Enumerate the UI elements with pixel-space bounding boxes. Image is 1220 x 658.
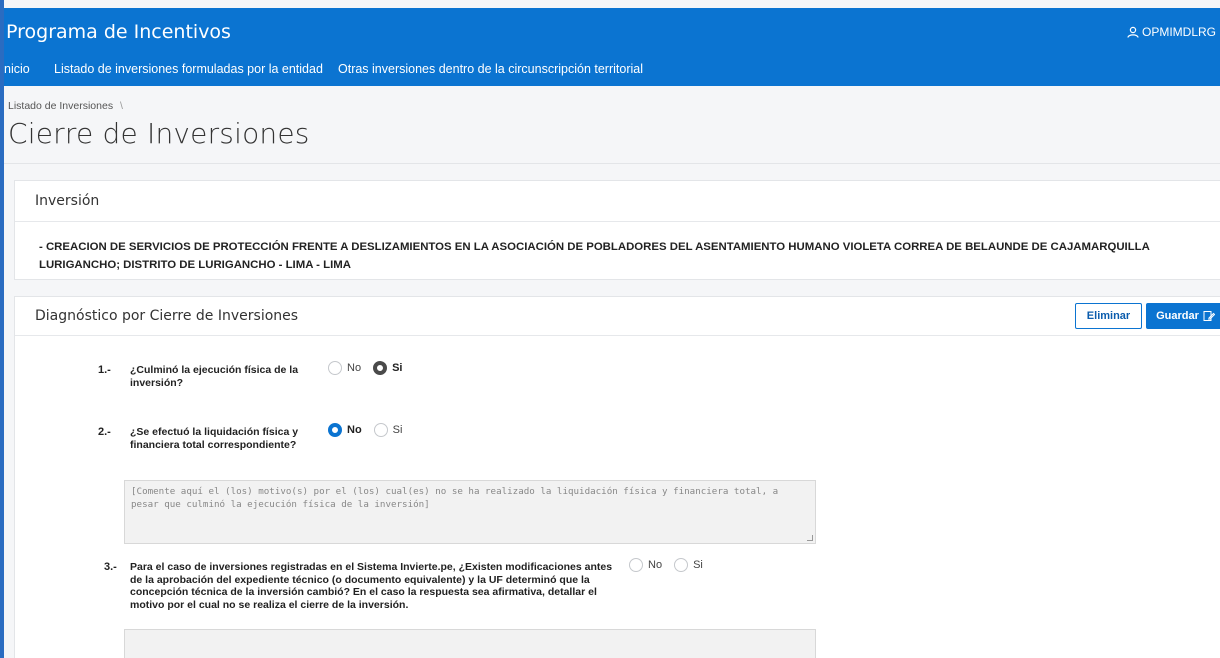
question-2-radio-group: No Si [328,423,414,437]
question-1-yes-label[interactable]: Si [392,362,402,374]
question-2-yes-radio[interactable] [373,423,388,437]
window-left-edge [0,0,4,658]
page-title: Cierre de Inversiones [8,117,310,150]
question-2-number: 2.- [98,426,111,438]
question-2-comment-textarea[interactable]: [Comente aquí el (los) motivo(s) por el … [124,480,816,544]
diagnostic-card-header: Diagnóstico por Cierre de Inversiones [15,297,1220,336]
breadcrumb-item-listado[interactable]: Listado de Inversiones [8,100,113,112]
question-1-number: 1.- [98,364,111,376]
question-3-number: 3.- [104,561,117,573]
question-3-comment-textarea[interactable] [124,629,816,658]
question-3-yes-radio[interactable] [674,558,689,572]
question-2-text: ¿Se efectuó la liquidación física y fina… [130,426,299,451]
save-button-label: Guardar [1156,310,1199,322]
user-menu[interactable]: OPMIMDLRG [1127,25,1216,39]
nav-item-otras-inversiones[interactable]: Otras inversiones dentro de la circunscr… [338,62,643,76]
nav-item-inicio[interactable]: nicio [4,62,30,76]
main-nav: nicio Listado de inversiones formuladas … [0,56,1220,86]
delete-button[interactable]: Eliminar [1075,303,1142,329]
question-1-no-label[interactable]: No [347,362,361,374]
question-3-radio-group: No Si [629,558,715,572]
question-3-no-label[interactable]: No [648,559,662,571]
app-title[interactable]: Programa de Incentivos [6,21,231,43]
question-3-yes-label[interactable]: Si [693,559,703,571]
user-name: OPMIMDLRG [1141,25,1216,39]
investment-card-header: Inversión [15,181,1220,222]
question-2-comment-placeholder: [Comente aquí el (los) motivo(s) por el … [131,486,779,510]
question-3-text: Para el caso de inversiones registradas … [130,561,613,611]
investment-description: - CREACION DE SERVICIOS DE PROTECCIÓN FR… [39,241,1150,271]
breadcrumb: Listado de Inversiones \ [8,100,123,112]
page-header: Listado de Inversiones \ Cierre de Inver… [0,86,1220,164]
question-2-no-radio[interactable] [328,423,342,437]
user-icon [1127,26,1139,38]
question-1-yes-radio[interactable] [373,361,388,375]
investment-card: Inversión - CREACION DE SERVICIOS DE PRO… [14,180,1220,280]
question-1-text: ¿Culminó la ejecución física de la inver… [130,364,299,389]
top-bar: Programa de Incentivos OPMIMDLRG [0,8,1220,56]
diagnostic-card: Diagnóstico por Cierre de Inversiones El… [14,296,1220,658]
nav-item-listado[interactable]: Listado de inversiones formuladas por la… [54,62,323,76]
question-2-no-label[interactable]: No [347,424,362,436]
question-1-radio-group: No Si [328,361,414,375]
resize-handle[interactable] [807,535,813,541]
question-1-no-radio[interactable] [328,361,342,375]
question-2-yes-label[interactable]: Si [393,424,403,436]
save-edit-icon [1203,311,1215,321]
question-3-no-radio[interactable] [629,558,643,572]
save-button[interactable]: Guardar [1146,303,1220,329]
breadcrumb-separator: \ [120,100,123,112]
